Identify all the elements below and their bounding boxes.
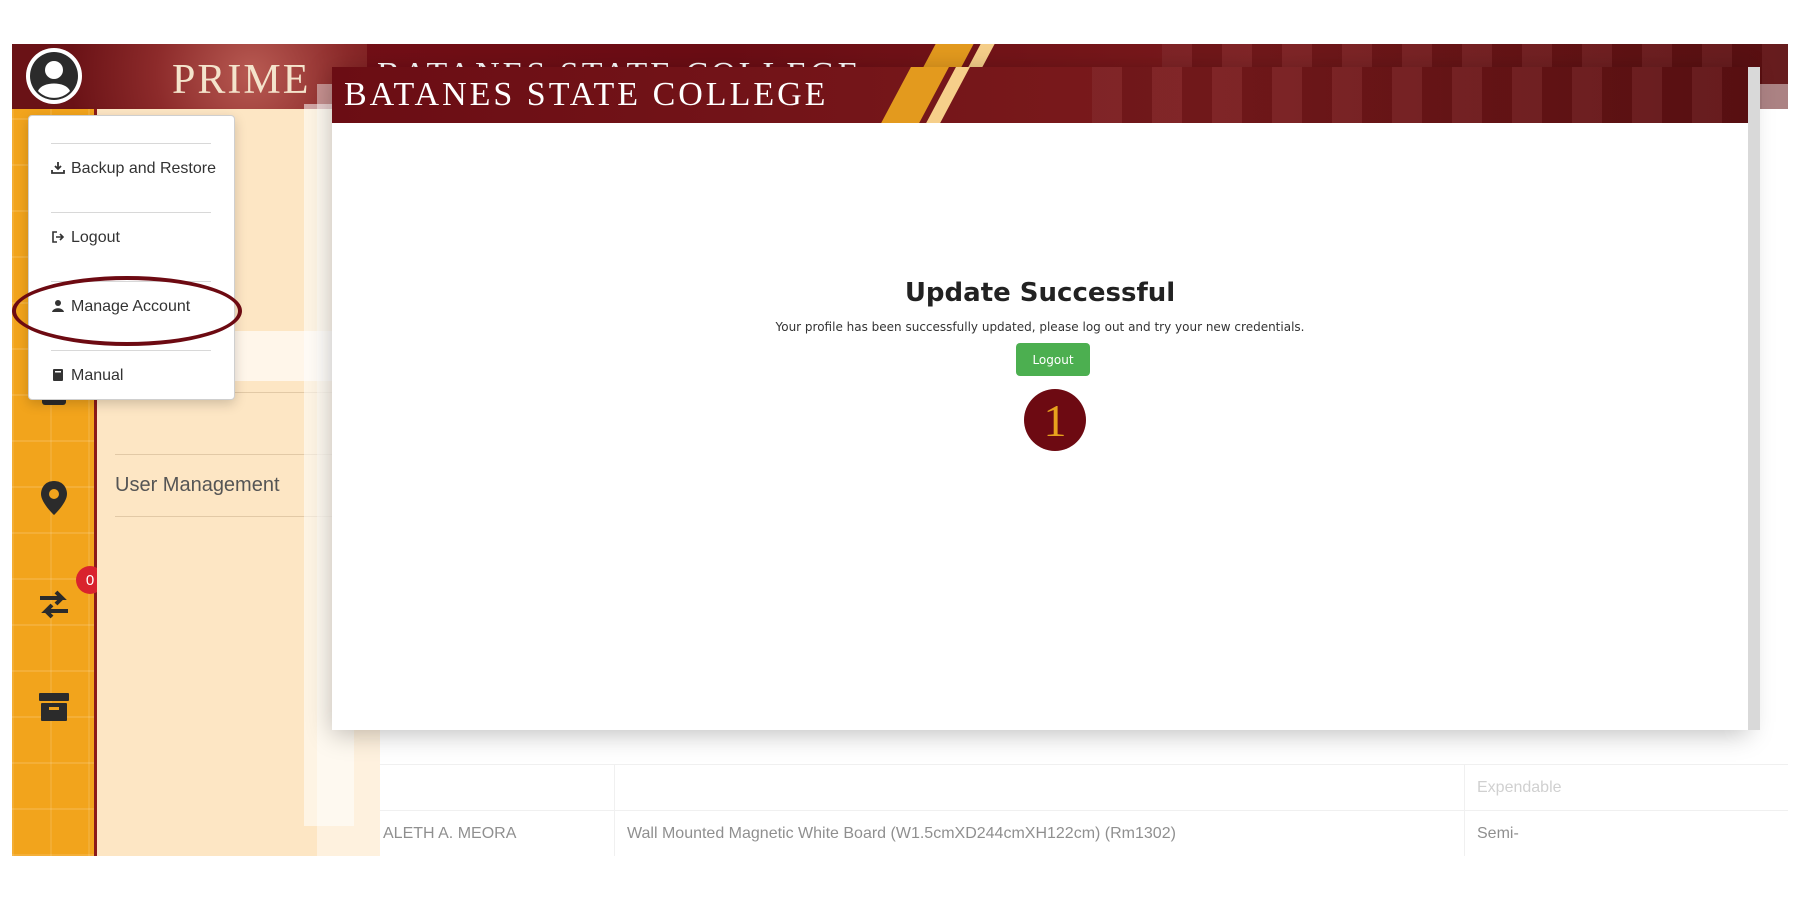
step-marker: 1 (1024, 389, 1086, 451)
menu-item-logout[interactable]: Logout (51, 226, 120, 250)
download-icon (51, 161, 67, 177)
screen: Expendable ALETH A. MEORA Wall Mounted M… (0, 0, 1800, 900)
map-marker-icon[interactable] (38, 481, 70, 515)
update-success-modal: BATANES STATE COLLEGE Update Successful … (332, 67, 1748, 730)
modal-message: Your profile has been successfully updat… (775, 320, 1305, 334)
menu-item-manual[interactable]: Manual (51, 364, 123, 388)
user-avatar-button[interactable] (26, 48, 82, 104)
menu-item-backup-restore[interactable]: Backup and Restore (51, 157, 216, 181)
logout-button[interactable]: Logout (1016, 343, 1090, 376)
menu-divider (51, 350, 211, 351)
prime-logo: PRIME (172, 56, 310, 104)
menu-divider (51, 212, 211, 213)
archive-box-icon[interactable] (38, 689, 70, 723)
book-icon (51, 368, 67, 384)
modal-scrollbar[interactable] (1748, 67, 1760, 730)
modal-college-name: BATANES STATE COLLEGE (344, 76, 829, 113)
brand-logo-text: PRIME (172, 57, 311, 103)
modal-header: BATANES STATE COLLEGE (332, 67, 1748, 123)
building-backdrop (1092, 67, 1748, 123)
highlight-ring (12, 276, 242, 346)
modal-title: Update Successful (904, 278, 1176, 308)
menu-divider (51, 143, 211, 144)
user-dropdown-menu: Backup and Restore Logout Manage Account… (28, 115, 235, 400)
sign-out-icon (51, 230, 67, 246)
menu-item-label: Backup and Restore (71, 160, 216, 177)
sidebar-item-user-management[interactable]: User Management (115, 474, 280, 497)
menu-item-label: Logout (71, 229, 120, 246)
user-circle-icon (30, 52, 78, 100)
transfer-arrows-icon[interactable] (38, 587, 70, 621)
menu-item-label: Manual (71, 367, 124, 384)
